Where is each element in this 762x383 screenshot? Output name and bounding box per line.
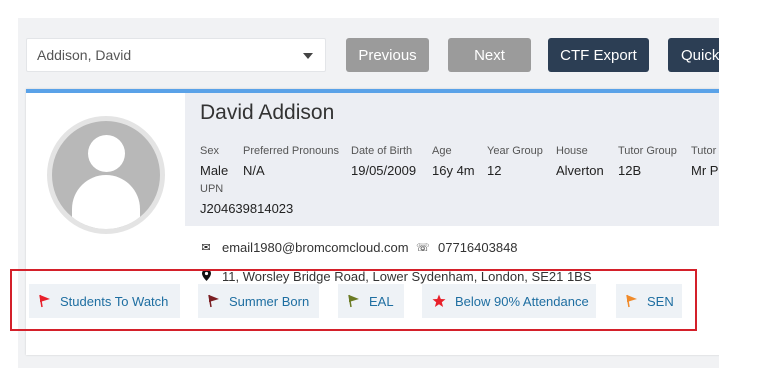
field-value: Alverton (556, 163, 604, 178)
field-pronouns: Preferred Pronouns N/A (243, 145, 339, 178)
field-value: 12 (487, 163, 502, 178)
flag-icon (208, 294, 219, 308)
field-sex: Sex Male (200, 145, 228, 178)
phone-contact: ☏ 07716403848 (416, 240, 518, 255)
student-select-value: Addison, David (37, 47, 132, 63)
email-contact: ✉ email1980@bromcomcloud.com (200, 240, 409, 255)
field-label: UPN (200, 183, 224, 195)
field-value: 12B (618, 163, 642, 178)
flag-icon (39, 294, 50, 308)
field-tutor-group: Tutor Group 12B (618, 145, 677, 178)
field-upn: UPN J204639814023 (200, 183, 293, 216)
envelope-icon: ✉ (201, 242, 211, 254)
field-value: Male (200, 163, 229, 178)
phone-icon: ☏ (416, 242, 430, 254)
field-label: Tutor I (691, 145, 719, 157)
flag-chip-sen[interactable]: SEN (616, 284, 682, 318)
flag-label: Students To Watch (60, 293, 169, 309)
field-label: Sex (200, 145, 219, 157)
field-value: 19/05/2009 (351, 163, 417, 178)
next-button[interactable]: Next (448, 38, 531, 72)
avatar (47, 116, 165, 234)
field-value: J204639814023 (200, 201, 294, 216)
flag-icon (348, 294, 359, 308)
field-label: Tutor Group (618, 145, 677, 157)
field-label: Preferred Pronouns (243, 145, 339, 157)
email-value: email1980@bromcomcloud.com (222, 240, 409, 255)
flag-label: SEN (647, 293, 674, 309)
previous-button[interactable]: Previous (346, 38, 429, 72)
flag-chip-eal[interactable]: EAL (338, 284, 404, 318)
flag-icon (626, 294, 637, 308)
field-label: Date of Birth (351, 145, 413, 157)
student-details: David Addison Sex Male Preferred Pronoun… (185, 93, 719, 226)
ctf-export-button[interactable]: CTF Export (548, 38, 649, 72)
avatar-body (72, 175, 140, 229)
flag-label: Below 90% Attendance (455, 293, 589, 309)
avatar-head (88, 135, 125, 172)
flags-row: Students To Watch Summer Born EAL Below … (10, 269, 697, 331)
flag-chip-summer-born[interactable]: Summer Born (198, 284, 319, 318)
field-value: Mr P (691, 163, 719, 178)
field-dob: Date of Birth 19/05/2009 (351, 145, 416, 178)
chevron-down-icon (303, 53, 313, 59)
field-age: Age 16y 4m (432, 145, 475, 178)
field-year-group: Year Group 12 (487, 145, 543, 178)
field-house: House Alverton (556, 145, 604, 178)
field-label: Year Group (487, 145, 543, 157)
field-value: N/A (243, 163, 265, 178)
field-value: 16y 4m (432, 163, 475, 178)
flag-label: Summer Born (229, 293, 310, 309)
star-icon (432, 294, 446, 307)
quick-button[interactable]: Quick (668, 38, 719, 72)
phone-value: 07716403848 (438, 240, 518, 255)
field-tutor: Tutor I Mr P (691, 145, 719, 178)
flag-chip-below-90-attendance[interactable]: Below 90% Attendance (422, 284, 596, 318)
field-label: House (556, 145, 588, 157)
flag-chip-students-to-watch[interactable]: Students To Watch (29, 284, 180, 318)
student-select[interactable]: Addison, David (26, 38, 326, 72)
flag-label: EAL (369, 293, 394, 309)
student-name: David Addison (200, 101, 335, 124)
field-label: Age (432, 145, 452, 157)
